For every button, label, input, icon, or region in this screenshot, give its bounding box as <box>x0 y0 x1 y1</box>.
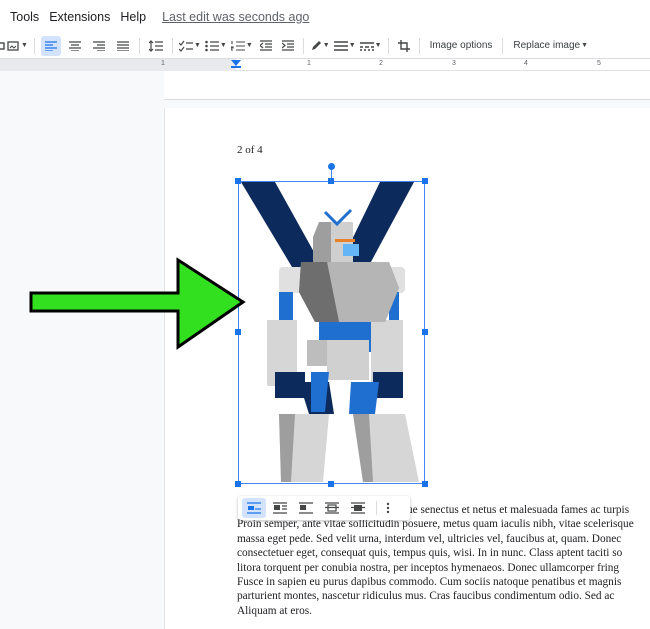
toolbar-divider <box>171 37 173 54</box>
decrease-indent-button[interactable] <box>257 36 275 56</box>
behind-text-button[interactable] <box>320 498 344 518</box>
border-dash-button[interactable]: ▼ <box>359 36 382 56</box>
align-center-icon <box>68 40 81 51</box>
more-options-button[interactable] <box>381 498 395 518</box>
justify-icon <box>116 40 129 51</box>
chevron-down-icon: ▼ <box>193 42 201 49</box>
ruler-number: 3 <box>452 60 456 67</box>
toolbar-divider <box>302 37 304 54</box>
wrap-inline-button[interactable] <box>242 498 266 518</box>
in-front-text-icon <box>351 502 365 514</box>
image-wrap-toolbar <box>238 496 410 520</box>
border-weight-icon <box>333 40 348 51</box>
line-spacing-button[interactable] <box>146 36 166 56</box>
resize-handle-bottom-left[interactable] <box>235 481 241 487</box>
image-options-button[interactable]: Image options <box>426 36 497 56</box>
crop-button[interactable] <box>395 36 413 56</box>
toolbar-divider <box>33 37 35 54</box>
chevron-down-icon: ▼ <box>374 42 382 49</box>
text-line: Aliquam at eros. <box>237 604 312 617</box>
toolbar-divider <box>387 37 389 54</box>
insert-image-button[interactable]: ▼ <box>0 36 28 56</box>
text-line: consectetuer eget, consequat quis, tempu… <box>237 547 623 560</box>
first-line-indent-marker[interactable] <box>231 66 241 68</box>
ruler-number: 1 <box>161 60 165 67</box>
decrease-indent-icon <box>259 40 272 51</box>
replace-image-button[interactable]: Replace image ▼ <box>509 36 592 56</box>
border-weight-button[interactable]: ▼ <box>333 36 356 56</box>
chevron-down-icon: ▼ <box>322 42 330 49</box>
toolbar-divider <box>138 37 140 54</box>
text-line: litora torquent per conubia nostra, per … <box>237 561 620 574</box>
behind-text-icon <box>325 502 339 514</box>
break-text-icon <box>299 502 313 514</box>
border-dash-icon <box>359 41 374 51</box>
menu-tools[interactable]: Tools <box>10 10 39 24</box>
toolbar-divider <box>376 501 377 515</box>
chevron-down-icon: ▼ <box>219 42 227 49</box>
ruler-number: 5 <box>597 60 601 67</box>
break-text-button[interactable] <box>294 498 318 518</box>
align-left-button[interactable] <box>40 35 61 56</box>
text-line: Fusce in sapien eu purus dapibus commodo… <box>237 575 622 588</box>
chevron-down-icon: ▼ <box>581 42 589 49</box>
ruler-number: 2 <box>379 60 383 67</box>
wrap-text-button[interactable] <box>268 498 292 518</box>
last-edit-link[interactable]: Last edit was seconds ago <box>162 10 309 24</box>
text-line: massa eget pede. Sed velit urna, interdu… <box>237 532 622 545</box>
align-right-icon <box>92 40 105 51</box>
numbered-list-button[interactable]: ▼ <box>230 36 253 56</box>
menu-help[interactable]: Help <box>120 10 146 24</box>
toolbar-divider <box>502 37 504 54</box>
image-icon <box>7 40 19 51</box>
bulleted-list-button[interactable]: ▼ <box>205 36 227 56</box>
pen-icon <box>311 40 321 50</box>
toolbar: ▼ ▼ ▼ ▼ ▼ ▼ ▼ Image options Replace imag… <box>0 33 650 59</box>
inline-wrap-icon <box>247 502 261 514</box>
horizontal-ruler[interactable]: 1 1 2 3 4 5 <box>0 59 650 71</box>
previous-page <box>164 71 650 100</box>
resize-handle-bottom-right[interactable] <box>422 481 428 487</box>
border-color-button[interactable]: ▼ <box>310 36 330 56</box>
ruler-number: 1 <box>307 60 311 67</box>
in-front-of-text-button[interactable] <box>346 498 370 518</box>
resize-handle-top-right[interactable] <box>422 178 428 184</box>
checklist-icon <box>178 40 193 52</box>
align-left-icon <box>44 40 57 51</box>
chevron-down-icon: ▼ <box>245 42 253 49</box>
increase-indent-button[interactable] <box>279 36 297 56</box>
image-selection-box <box>238 181 425 484</box>
page-label: 2 of 4 <box>237 144 263 156</box>
checklist-button[interactable]: ▼ <box>178 36 201 56</box>
chevron-down-icon: ▼ <box>21 42 28 49</box>
align-center-button[interactable] <box>65 36 85 56</box>
resize-handle-bottom[interactable] <box>328 481 334 487</box>
line-spacing-icon <box>148 39 163 52</box>
crop-icon <box>397 39 410 52</box>
toolbar-divider <box>418 37 420 54</box>
justify-button[interactable] <box>113 36 133 56</box>
replace-image-label: Replace image <box>513 40 581 51</box>
text-line: parturient montes, nascetur ridiculus mu… <box>237 590 615 603</box>
wrap-text-icon <box>273 502 287 514</box>
numbered-list-icon <box>230 40 245 51</box>
resize-handle-top-left[interactable] <box>235 178 241 184</box>
increase-indent-icon <box>281 40 294 51</box>
ruler-margin <box>0 59 236 71</box>
resize-handle-top[interactable] <box>328 178 334 184</box>
bulleted-list-icon <box>205 40 219 51</box>
document-body-text[interactable]: ue senectus et netus et malesuada fames … <box>237 503 650 618</box>
resize-handle-right[interactable] <box>422 329 428 335</box>
chevron-down-icon: ▼ <box>348 42 356 49</box>
align-right-button[interactable] <box>89 36 109 56</box>
menu-bar: Tools Extensions Help Last edit was seco… <box>0 0 650 33</box>
more-vert-icon <box>386 502 390 514</box>
green-arrow-icon <box>29 257 246 350</box>
ruler-number: 4 <box>524 60 528 67</box>
rotate-handle[interactable] <box>328 163 335 170</box>
menu-extensions[interactable]: Extensions <box>49 10 110 24</box>
